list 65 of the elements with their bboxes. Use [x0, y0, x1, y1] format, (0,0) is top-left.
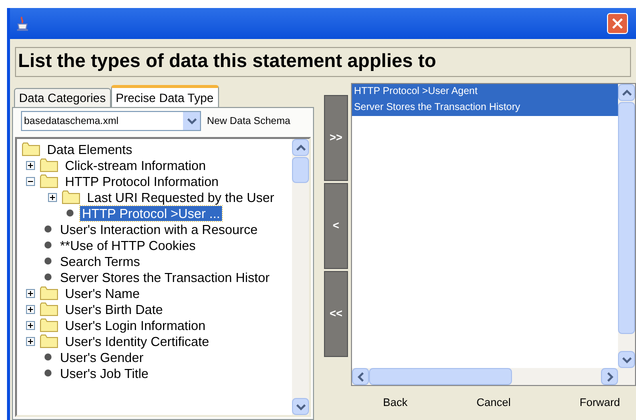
tab[interactable]: Data Categories [14, 88, 111, 107]
tab[interactable]: Precise Data Type [110, 85, 219, 107]
expand-toggle-icon[interactable] [48, 192, 57, 202]
new-data-schema-button[interactable]: New Data Schema [207, 114, 290, 128]
dialog-heading: List the types of data this statement applies to [15, 47, 631, 77]
list-item[interactable]: Server Stores the Transaction History [352, 100, 618, 116]
list-item[interactable]: HTTP Protocol >User Agent [352, 84, 618, 100]
expand-toggle-icon[interactable] [26, 160, 35, 170]
scroll-thumb[interactable] [292, 157, 309, 183]
tree-item[interactable]: User's Interaction with a Resource [58, 222, 260, 236]
folder-icon [62, 190, 80, 204]
folder-icon [40, 158, 58, 172]
schema-dropdown[interactable]: basedataschema.xml [21, 111, 201, 131]
bullet-icon [44, 353, 52, 361]
scroll-down-button[interactable] [618, 351, 635, 368]
folder-icon [40, 334, 58, 348]
tree-item[interactable]: User's Login Information [63, 318, 208, 332]
close-button[interactable] [607, 13, 628, 34]
folder-icon [40, 174, 58, 188]
expand-toggle-icon[interactable] [26, 336, 35, 346]
scroll-up-button[interactable] [292, 139, 309, 156]
collapse-toggle-icon[interactable] [26, 176, 35, 186]
close-icon [612, 18, 623, 29]
nav-button[interactable]: Forward [578, 394, 622, 412]
expand-toggle-icon[interactable] [26, 288, 35, 298]
tree-item[interactable]: Last URI Requested by the User [85, 190, 276, 204]
folder-icon [40, 286, 58, 300]
bullet-icon [66, 209, 74, 217]
scroll-down-button[interactable] [292, 398, 309, 415]
scroll-right-button[interactable] [601, 368, 618, 385]
folder-icon [40, 302, 58, 316]
folder-icon [40, 318, 58, 332]
tree-item[interactable]: HTTP Protocol >User ... [80, 206, 222, 220]
folder-icon [22, 142, 40, 156]
transfer-button[interactable]: << [324, 271, 348, 357]
tree-item[interactable]: User's Gender [58, 350, 146, 364]
bullet-icon [44, 225, 52, 233]
tree-item[interactable]: User's Birth Date [63, 302, 165, 316]
nav-button[interactable]: Back [381, 394, 410, 412]
tree-item[interactable]: User's Job Title [58, 366, 150, 380]
tree-item[interactable]: Server Stores the Transaction Histor [58, 270, 272, 284]
scroll-thumb[interactable] [369, 368, 512, 385]
tree-item[interactable]: User's Name [63, 286, 142, 300]
tree-item[interactable]: Search Terms [58, 254, 142, 268]
vertical-scrollbar[interactable] [618, 84, 635, 368]
bullet-icon [44, 273, 52, 281]
transfer-button[interactable]: < [324, 183, 348, 269]
tree-item[interactable]: Click-stream Information [63, 158, 208, 172]
bullet-icon [44, 257, 52, 265]
coffee-cup-icon [16, 16, 30, 32]
tree-item[interactable]: Data Elements [45, 142, 134, 156]
expand-toggle-icon[interactable] [26, 304, 35, 314]
transfer-button[interactable]: >> [324, 95, 348, 181]
scroll-thumb[interactable] [618, 102, 635, 334]
vertical-scrollbar[interactable] [292, 139, 309, 415]
horizontal-scrollbar[interactable] [352, 368, 635, 385]
scroll-up-button[interactable] [618, 84, 635, 101]
expand-toggle-icon[interactable] [26, 320, 35, 330]
bullet-icon [44, 369, 52, 377]
tree-item[interactable]: User's Identity Certificate [63, 334, 212, 348]
tree-item[interactable]: HTTP Protocol Information [63, 174, 221, 188]
nav-button[interactable]: Cancel [474, 394, 513, 412]
tree-item[interactable]: **Use of HTTP Cookies [58, 238, 198, 252]
bullet-icon [44, 241, 52, 249]
scroll-left-button[interactable] [352, 368, 369, 385]
